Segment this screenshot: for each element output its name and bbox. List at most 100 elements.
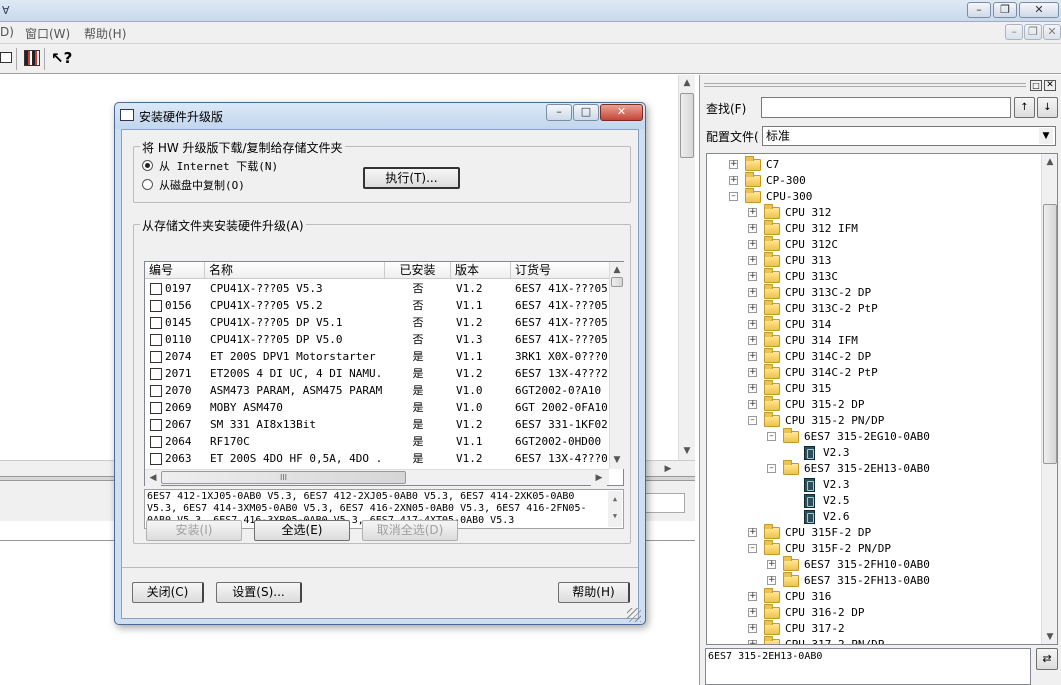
tree-item[interactable]: + CPU 312 IFM bbox=[707, 220, 1037, 237]
tree-item[interactable]: + CPU 316 bbox=[707, 588, 1037, 605]
app-close-button[interactable]: ✕ bbox=[1019, 2, 1059, 18]
radio-disk-label[interactable]: 从磁盘中复制(O) bbox=[159, 177, 245, 193]
profile-select[interactable]: 标准 ▼ bbox=[762, 126, 1056, 146]
row-checkbox[interactable] bbox=[150, 334, 162, 346]
tree-item[interactable]: – CPU 315-2 PN/DP bbox=[707, 412, 1037, 429]
panel-float-icon[interactable]: □ bbox=[1030, 80, 1042, 91]
search-input[interactable] bbox=[761, 97, 1011, 118]
search-up-button[interactable]: ↑ bbox=[1014, 97, 1035, 118]
expand-icon[interactable]: + bbox=[729, 160, 738, 169]
dialog-minimize-button[interactable]: – bbox=[546, 104, 572, 121]
tree-item[interactable]: + CPU 317-2 bbox=[707, 620, 1037, 637]
expand-icon[interactable]: + bbox=[748, 320, 757, 329]
radio-internet[interactable] bbox=[142, 160, 153, 171]
tree-item[interactable]: V2.6 bbox=[707, 509, 1037, 525]
tree-item[interactable]: – CPU 315F-2 PN/DP bbox=[707, 540, 1037, 557]
row-checkbox[interactable] bbox=[150, 351, 162, 363]
scroll-right-icon[interactable]: ▶ bbox=[660, 461, 676, 477]
scroll-thumb[interactable] bbox=[611, 277, 623, 287]
collapse-icon[interactable]: – bbox=[729, 192, 738, 201]
catalog-tree[interactable]: + C7 + CP-300 – CPU-300 + CPU 312 + CPU 312 IFM + C… bbox=[706, 153, 1058, 645]
expand-icon[interactable]: + bbox=[748, 288, 757, 297]
row-checkbox[interactable] bbox=[150, 300, 162, 312]
tree-item[interactable]: + CPU 315 bbox=[707, 380, 1037, 397]
tree-item[interactable]: + CPU 314C-2 DP bbox=[707, 348, 1037, 365]
tree-item[interactable]: + CPU 317-2 PN/DP bbox=[707, 636, 1037, 644]
scroll-up-icon[interactable]: ▲ bbox=[679, 75, 695, 91]
expand-icon[interactable]: + bbox=[767, 560, 776, 569]
expand-icon[interactable]: + bbox=[748, 352, 757, 361]
tree-item[interactable]: + CP-300 bbox=[707, 172, 1037, 189]
table-row[interactable]: 2071 ET200S 4 DI UC, 4 DI NAMU... 是 V1.2 6ES… bbox=[145, 365, 609, 382]
tree-item[interactable]: V2.5 bbox=[707, 493, 1037, 509]
scroll-left-icon[interactable]: ◀ bbox=[145, 470, 161, 486]
expand-icon[interactable]: + bbox=[748, 304, 757, 313]
tree-item[interactable]: +6ES7 315-2FH10-0AB0 bbox=[707, 556, 1037, 573]
help-button[interactable]: 帮助(H) bbox=[558, 582, 630, 603]
tree-item[interactable]: + CPU 312C bbox=[707, 236, 1037, 253]
row-checkbox[interactable] bbox=[150, 368, 162, 380]
scroll-right-icon[interactable]: ▶ bbox=[591, 470, 607, 486]
expand-icon[interactable]: + bbox=[748, 368, 757, 377]
work-vertical-scrollbar[interactable]: ▲ ▼ bbox=[678, 75, 695, 460]
dialog-title-bar[interactable]: 安装硬件升级版 – □ ✕ bbox=[115, 103, 645, 129]
expand-icon[interactable]: + bbox=[767, 576, 776, 585]
table-row[interactable]: 2070 ASM473 PARAM, ASM475 PARAM 是 V1.0 6GT20… bbox=[145, 382, 609, 399]
scroll-down-icon[interactable]: ▼ bbox=[679, 443, 695, 459]
expand-icon[interactable]: + bbox=[748, 240, 757, 249]
tree-item[interactable]: + CPU 315F-2 DP bbox=[707, 524, 1037, 541]
column-header-name[interactable]: 名称 bbox=[205, 262, 385, 279]
expand-icon[interactable]: + bbox=[748, 528, 757, 537]
expand-icon[interactable]: + bbox=[748, 608, 757, 617]
table-row[interactable]: 2063 ET 200S 4DO HF 0,5A, 4DO ... 是 V1.2 6ES… bbox=[145, 450, 609, 467]
row-checkbox[interactable] bbox=[150, 453, 162, 465]
column-header-order[interactable]: 订货号 bbox=[511, 262, 609, 279]
menu-item-help[interactable]: 帮助(H) bbox=[84, 25, 126, 42]
row-checkbox[interactable] bbox=[150, 317, 162, 329]
radio-disk[interactable] bbox=[142, 179, 153, 190]
list-horizontal-scrollbar[interactable]: ◀ III ▶ bbox=[145, 469, 609, 486]
column-header-installed[interactable]: 已安装 bbox=[385, 262, 451, 279]
scroll-up-icon[interactable]: ▲ bbox=[610, 262, 624, 278]
table-row[interactable]: 0156 CPU41X-???05 V5.2 否 V1.1 6ES7 41X-???05… bbox=[145, 297, 609, 314]
collapse-icon[interactable]: – bbox=[748, 544, 757, 553]
network-icon[interactable] bbox=[24, 50, 40, 66]
expand-icon[interactable]: + bbox=[748, 272, 757, 281]
scroll-up-icon[interactable]: ▲ bbox=[1042, 154, 1057, 170]
collapse-icon[interactable]: – bbox=[748, 416, 757, 425]
install-button[interactable]: 安装(I) bbox=[146, 520, 242, 541]
doc-restore-button[interactable]: ❐ bbox=[1024, 24, 1042, 40]
column-header-no[interactable]: 编号 bbox=[145, 262, 205, 279]
search-down-button[interactable]: ↓ bbox=[1037, 97, 1058, 118]
dialog-maximize-button[interactable]: □ bbox=[573, 104, 599, 121]
tree-item[interactable]: +6ES7 315-2FH13-0AB0 bbox=[707, 572, 1037, 589]
list-vertical-scrollbar[interactable]: ▲ ▼ bbox=[609, 262, 624, 469]
expand-icon[interactable]: + bbox=[748, 224, 757, 233]
tree-vertical-scrollbar[interactable]: ▲ ▼ bbox=[1041, 154, 1057, 644]
window-icon[interactable] bbox=[0, 52, 12, 63]
menu-item-view[interactable]: D) bbox=[0, 25, 14, 39]
select-all-button[interactable]: 全选(E) bbox=[254, 520, 350, 541]
panel-close-icon[interactable]: ✕ bbox=[1044, 80, 1056, 91]
tree-item[interactable]: V2.3 bbox=[707, 477, 1037, 493]
tree-item[interactable]: – 6ES7 315-2EG10-0AB0 bbox=[707, 428, 1037, 445]
menu-item-window[interactable]: 窗口(W) bbox=[25, 25, 70, 42]
hw-update-list[interactable]: 编号 名称 已安装 版本 订货号 0197 CPU41X-???05 V5.3 否 V… bbox=[144, 261, 624, 486]
tree-item[interactable]: + CPU 314 IFM bbox=[707, 332, 1037, 349]
row-checkbox[interactable] bbox=[150, 436, 162, 448]
description-scrollbar[interactable]: ▲ ▼ bbox=[608, 491, 622, 527]
tree-item[interactable]: + CPU 313C-2 DP bbox=[707, 284, 1037, 301]
scroll-down-icon[interactable]: ▼ bbox=[610, 452, 624, 468]
radio-internet-label[interactable]: 从 Internet 下载(N) bbox=[159, 158, 278, 174]
scroll-thumb[interactable] bbox=[680, 93, 694, 158]
column-header-version[interactable]: 版本 bbox=[451, 262, 511, 279]
tree-item[interactable]: – CPU-300 bbox=[707, 188, 1037, 205]
app-restore-button[interactable]: ❐ bbox=[993, 2, 1017, 18]
table-row[interactable]: 2074 ET 200S DPV1 Motorstarter 是 V1.1 3RK1 X… bbox=[145, 348, 609, 365]
app-minimize-button[interactable]: – bbox=[967, 2, 991, 18]
expand-icon[interactable]: + bbox=[748, 400, 757, 409]
table-row[interactable]: 2069 MOBY ASM470 是 V1.0 6GT 2002-0FA10 bbox=[145, 399, 609, 416]
tree-item[interactable]: + CPU 315-2 DP bbox=[707, 396, 1037, 413]
expand-icon[interactable]: + bbox=[748, 624, 757, 633]
catalog-info-toggle-icon[interactable]: ⇄ bbox=[1036, 648, 1058, 670]
